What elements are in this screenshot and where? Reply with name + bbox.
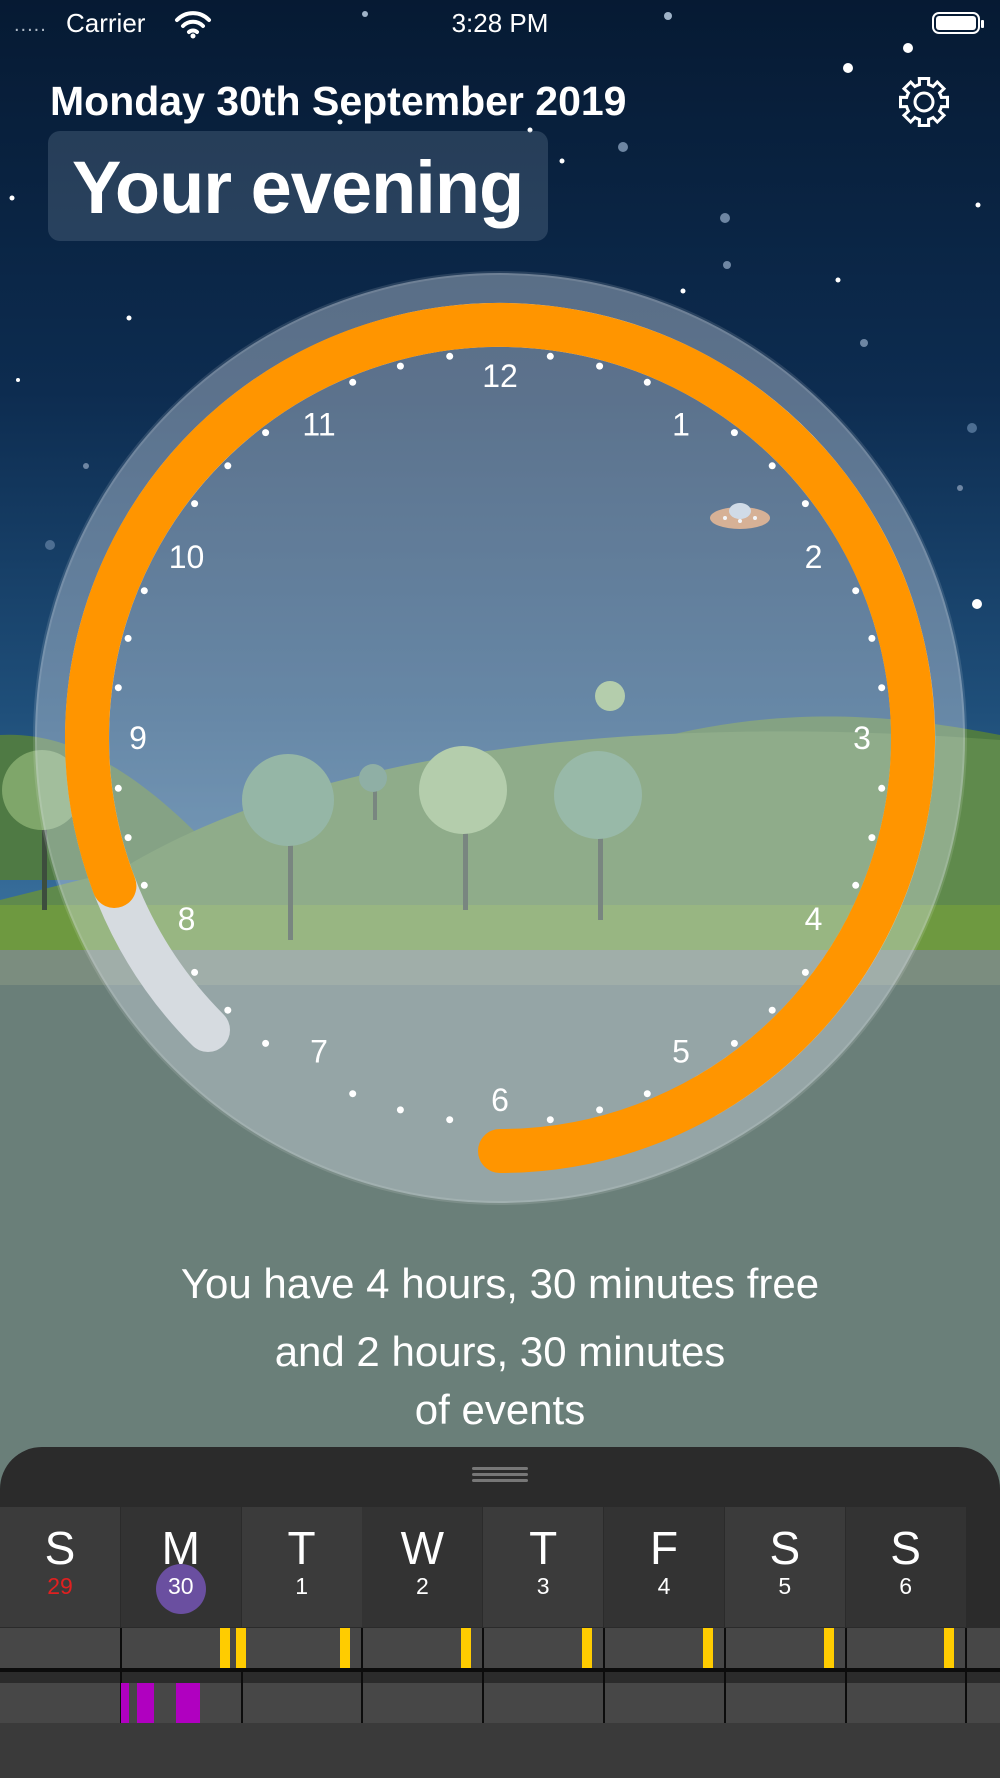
clock-dot bbox=[140, 587, 148, 595]
day-column[interactable]: T1 bbox=[241, 1507, 362, 1627]
clock-dot bbox=[768, 462, 776, 470]
day-letter: S bbox=[769, 1522, 801, 1574]
day-number: 1 bbox=[295, 1573, 308, 1599]
timeline-row-separator bbox=[0, 1668, 1000, 1672]
clock-dot bbox=[852, 587, 860, 595]
clock-hour-label: 12 bbox=[482, 358, 518, 394]
clock-hour-label: 1 bbox=[672, 407, 690, 443]
clock-dot bbox=[446, 1116, 454, 1124]
clock-dot bbox=[643, 1090, 651, 1098]
clock-dot bbox=[124, 634, 132, 642]
day-number: 30 bbox=[168, 1573, 194, 1599]
clock-dot bbox=[224, 462, 232, 470]
clock-dot bbox=[546, 1116, 554, 1124]
day-column[interactable]: F4 bbox=[604, 1507, 724, 1627]
time-marker bbox=[944, 1628, 954, 1668]
day-divider bbox=[845, 1628, 847, 1723]
clock-dot bbox=[596, 362, 604, 370]
clock-face bbox=[33, 271, 967, 1205]
event-block bbox=[137, 1683, 154, 1723]
day-divider bbox=[603, 1628, 605, 1723]
clock-dot bbox=[349, 378, 357, 386]
clock-dot bbox=[643, 378, 651, 386]
day-column[interactable]: T3 bbox=[483, 1507, 604, 1627]
clock-dot bbox=[878, 784, 886, 792]
clock-dot bbox=[801, 500, 809, 508]
summary-events-time: and 2 hours, 30 minutes bbox=[274, 1328, 726, 1375]
day-number: 6 bbox=[899, 1573, 912, 1599]
clock-hour-label: 10 bbox=[169, 539, 205, 575]
day-letter: W bbox=[400, 1522, 445, 1574]
clock-dot bbox=[730, 429, 738, 437]
day-letter: S bbox=[44, 1522, 76, 1574]
day-number: 4 bbox=[657, 1573, 671, 1599]
clock-dot bbox=[191, 500, 199, 508]
clock-dot bbox=[124, 834, 132, 842]
clock-hour-label: 8 bbox=[178, 901, 196, 937]
day-letter: T bbox=[287, 1522, 316, 1574]
clock-dot bbox=[801, 968, 809, 976]
clock-dot bbox=[768, 1006, 776, 1014]
day-letter: T bbox=[529, 1522, 558, 1574]
week-bottom-sheet[interactable]: S 29 M 30 T 1 W 2 T 3 F 4 S 5 S 6 bbox=[0, 1447, 1000, 1778]
drag-handle-icon[interactable] bbox=[472, 1467, 528, 1487]
day-column[interactable]: S6 bbox=[845, 1507, 966, 1627]
timeline-row-empty bbox=[0, 1723, 1000, 1778]
day-column[interactable]: M 30 bbox=[120, 1507, 241, 1627]
clock-hour-label: 9 bbox=[129, 720, 147, 756]
time-marker bbox=[236, 1628, 246, 1668]
event-block bbox=[121, 1683, 129, 1723]
day-column[interactable]: S 29 bbox=[0, 1507, 120, 1627]
day-letter: F bbox=[649, 1522, 679, 1574]
day-letter: S bbox=[890, 1522, 921, 1574]
clock-dot bbox=[114, 684, 122, 692]
day-column[interactable]: W2 bbox=[362, 1507, 483, 1627]
clock-dot bbox=[396, 1106, 404, 1114]
time-marker bbox=[220, 1628, 230, 1668]
timeline-row-markers bbox=[0, 1628, 1000, 1668]
day-number: 5 bbox=[778, 1573, 792, 1599]
summary-free-time: You have 4 hours, 30 minutes free bbox=[180, 1260, 820, 1307]
clock-dot bbox=[446, 352, 454, 360]
clock-dot bbox=[140, 881, 148, 889]
day-number: 3 bbox=[536, 1573, 550, 1599]
clock-hour-label: 4 bbox=[805, 901, 823, 937]
time-marker bbox=[461, 1628, 471, 1668]
clock-dot bbox=[546, 352, 554, 360]
time-marker bbox=[703, 1628, 713, 1668]
clock-dot bbox=[596, 1106, 604, 1114]
clock-dot bbox=[262, 1039, 270, 1047]
clock-hour-label: 5 bbox=[672, 1034, 690, 1070]
clock-hour-label: 6 bbox=[491, 1082, 509, 1118]
event-block bbox=[176, 1683, 200, 1723]
clock-dot bbox=[191, 968, 199, 976]
day-divider bbox=[724, 1628, 726, 1723]
time-marker bbox=[340, 1628, 350, 1668]
clock-dot bbox=[868, 634, 876, 642]
clock-dot bbox=[224, 1006, 232, 1014]
clock-dot bbox=[852, 881, 860, 889]
time-marker bbox=[582, 1628, 592, 1668]
summary-events-suffix: of events bbox=[414, 1386, 586, 1433]
day-column[interactable]: S5 bbox=[724, 1507, 845, 1627]
clock-hour-label: 7 bbox=[310, 1034, 328, 1070]
clock-dot bbox=[114, 784, 122, 792]
day-number: 2 bbox=[415, 1573, 429, 1599]
time-marker bbox=[824, 1628, 834, 1668]
clock-hour-label: 11 bbox=[302, 407, 335, 443]
clock-hour-label: 2 bbox=[805, 539, 823, 575]
clock-dot bbox=[262, 429, 270, 437]
clock-dot bbox=[878, 684, 886, 692]
clock-hour-label: 3 bbox=[853, 720, 871, 756]
clock-dot bbox=[868, 834, 876, 842]
day-number: 29 bbox=[47, 1573, 73, 1599]
day-divider bbox=[965, 1628, 967, 1723]
clock-dot bbox=[396, 362, 404, 370]
day-divider bbox=[482, 1628, 484, 1723]
clock-dot bbox=[349, 1090, 357, 1098]
day-divider bbox=[361, 1628, 363, 1723]
clock-dot bbox=[730, 1039, 738, 1047]
